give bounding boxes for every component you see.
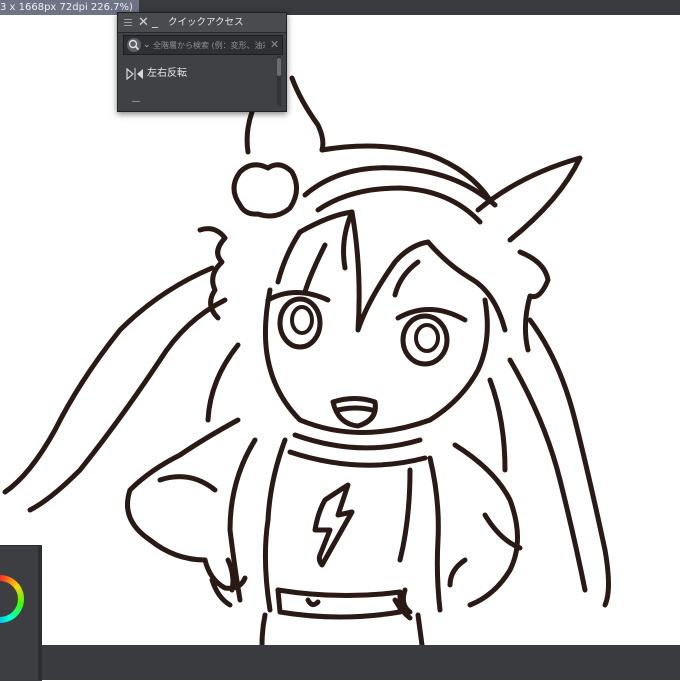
quick-access-scrollbar[interactable] — [277, 56, 281, 106]
quick-access-item-label: 左右反転 — [147, 68, 187, 79]
right-hand — [392, 557, 468, 621]
clear-icon[interactable]: ✕ — [270, 37, 279, 53]
color-panel-edge — [38, 545, 42, 680]
hair-right — [517, 249, 551, 353]
search-icon[interactable] — [127, 38, 141, 52]
quick-access-divider — [132, 101, 140, 102]
close-icon[interactable]: ✕ — [138, 14, 149, 31]
quick-access-titlebar[interactable]: ✕ _ クイックアクセス — [118, 13, 286, 33]
chevron-down-icon[interactable]: ⌄ — [143, 37, 151, 53]
flip-horizontal-icon — [126, 68, 143, 80]
jacket-right-inner — [427, 455, 443, 613]
quick-access-item-flip-horizontal[interactable]: 左右反転 — [123, 65, 273, 83]
right-ear — [475, 155, 583, 243]
quick-access-search[interactable]: ⌄ ✕ — [123, 35, 283, 55]
left-ear — [289, 75, 326, 153]
right-pupil — [414, 323, 440, 353]
minimize-icon[interactable]: _ — [152, 13, 158, 30]
skirt-right — [415, 612, 425, 645]
quick-access-title: クイックアクセス — [168, 17, 244, 28]
jacket-right-lapel — [397, 467, 413, 563]
drawing-canvas[interactable] — [0, 15, 680, 645]
mouth-teeth — [335, 405, 375, 413]
headband-bottom — [315, 185, 483, 225]
left-hair-strand-outer — [2, 265, 215, 495]
right-hair-strand-inner — [507, 357, 588, 593]
bang-4 — [275, 229, 303, 285]
left-pupil — [290, 305, 314, 335]
search-input[interactable] — [153, 37, 265, 53]
quick-access-panel: ✕ _ クイックアクセス ⌄ ✕ 左右反転 — [117, 12, 287, 112]
bottom-toolbar — [0, 645, 680, 680]
menu-grip-icon[interactable] — [124, 19, 132, 28]
navel — [305, 597, 321, 608]
skirt-left — [259, 612, 268, 645]
collar-2 — [287, 449, 428, 468]
right-hair-strand-mid — [487, 377, 508, 473]
top-status-bar: 3 x 1668px 72dpi 226.7%) — [0, 0, 680, 15]
left-ear-back — [244, 109, 255, 155]
belt-left — [275, 587, 283, 615]
bang-3 — [425, 239, 508, 333]
right-hair-strand-outer — [527, 317, 611, 608]
bang-5 — [302, 242, 328, 295]
bang-1 — [297, 209, 355, 271]
belt-bottom — [277, 609, 403, 620]
sleeve-left — [157, 474, 218, 493]
jacket-right — [452, 442, 520, 608]
jacket-left-inner — [262, 437, 288, 613]
belt-top — [275, 587, 403, 599]
scrollbar-thumb[interactable] — [277, 58, 281, 76]
collar-1 — [292, 432, 423, 451]
lightning-bolt — [312, 482, 355, 568]
jacket-left — [125, 417, 241, 563]
hair-bun — [231, 162, 299, 219]
line-art-drawing — [2, 75, 611, 645]
left-hair-strand-inner2 — [205, 342, 241, 423]
bang-6 — [392, 259, 421, 298]
